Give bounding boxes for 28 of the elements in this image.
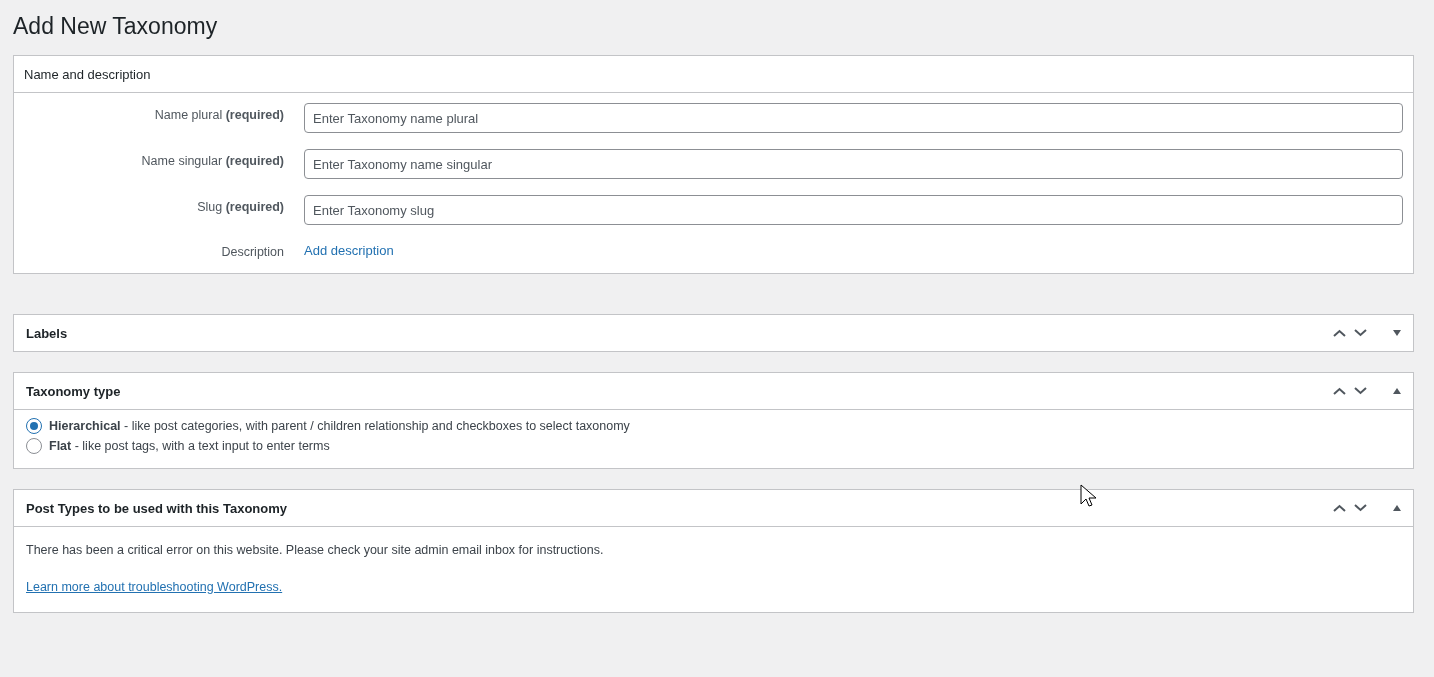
option-label: Hierarchical - like post categories, with parent / children relationship and checkboxes to select taxonomy [49,419,630,433]
troubleshooting-link[interactable]: Learn more about troubleshooting WordPress. [26,580,283,594]
field-label: Description [220,244,284,259]
collapse-triangle-icon[interactable] [1393,387,1401,395]
field-label: Name plural (required) [153,107,284,122]
panel-title: Name and description [14,56,1413,93]
expand-triangle-icon[interactable] [1393,329,1401,337]
move-up-icon[interactable] [1333,328,1346,338]
panel-title: Post Types to be used with this Taxonomy [26,500,288,516]
option-label: Flat - like post tags, with a text input to enter terms [49,439,330,453]
move-down-icon[interactable] [1354,503,1367,513]
radio-button[interactable] [26,418,42,434]
panel-title: Labels [26,325,69,341]
radio-button[interactable] [26,438,42,454]
move-up-icon[interactable] [1333,386,1346,396]
panel-title: Taxonomy type [26,383,122,399]
add-description-link[interactable]: Add description [304,242,394,258]
field-label: Name singular (required) [140,153,284,168]
collapse-triangle-icon[interactable] [1393,504,1401,512]
text-input-field[interactable]: Enter Taxonomy name singular [304,149,1403,179]
field-label: Slug (required) [196,199,284,214]
text-input-field[interactable]: Enter Taxonomy slug [304,195,1403,225]
error-message: There has been a critical error on this website. Please check your site admin email inbox for instructions. [26,543,605,557]
page-title: Add New Taxonomy [13,12,219,41]
move-up-icon[interactable] [1333,503,1346,513]
move-down-icon[interactable] [1354,386,1367,396]
text-input-field[interactable]: Enter Taxonomy name plural [304,103,1403,133]
move-down-icon[interactable] [1354,328,1367,338]
